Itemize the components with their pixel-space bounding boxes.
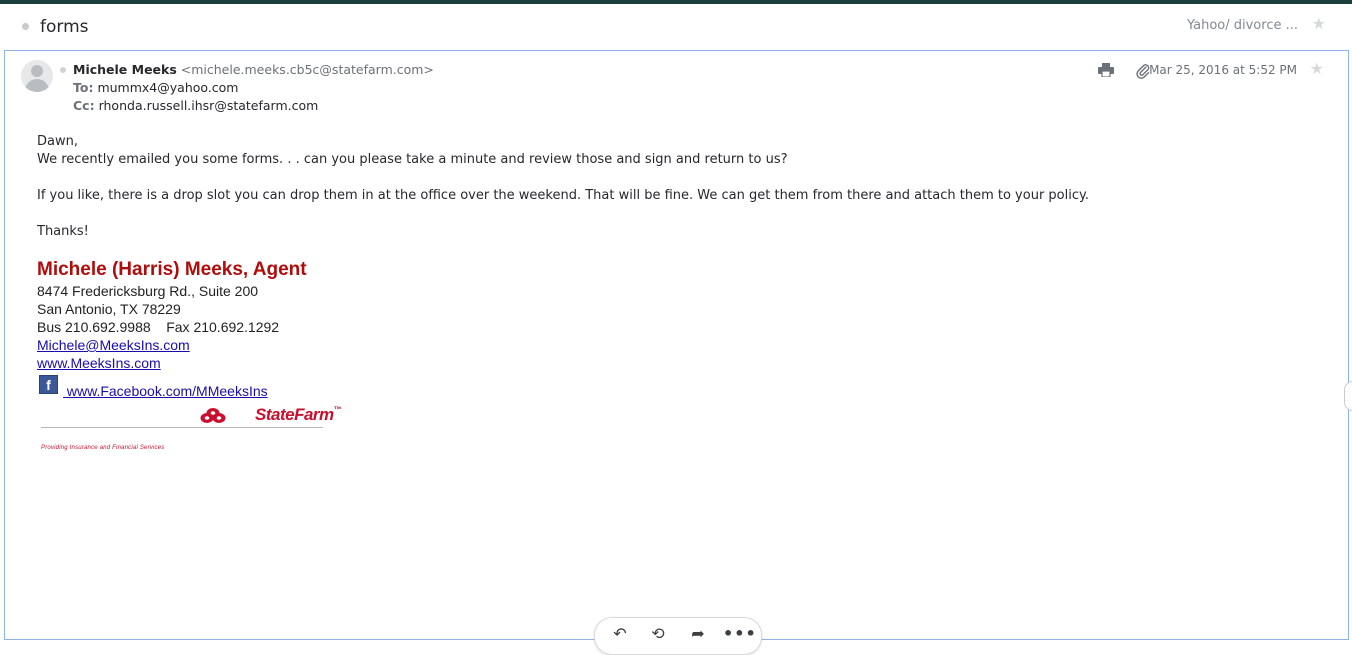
- more-icon[interactable]: •••: [723, 624, 756, 644]
- closing: Thanks!: [37, 224, 89, 239]
- facebook-link[interactable]: www.Facebook.com/MMeeksIns: [63, 382, 268, 400]
- reply-icon[interactable]: ↶: [607, 624, 633, 644]
- statefarm-tagline: Providing Insurance and Financial Servic…: [41, 445, 165, 451]
- greeting: Dawn,: [37, 134, 78, 149]
- signature-email-link[interactable]: Michele@MeeksIns.com: [37, 337, 190, 353]
- unread-dot-icon[interactable]: [22, 23, 29, 30]
- forward-icon[interactable]: ➦: [685, 624, 711, 644]
- folder-label[interactable]: Yahoo/ divorce ...: [1187, 18, 1298, 33]
- read-status-dot-icon[interactable]: [60, 67, 66, 73]
- message-star-icon[interactable]: ★: [1310, 61, 1324, 77]
- signature-block: Michele (Harris) Meeks, Agent 8474 Frede…: [37, 258, 437, 400]
- signature-web-link[interactable]: www.MeeksIns.com: [37, 355, 161, 371]
- subject-title: forms: [40, 17, 89, 37]
- cc-recipient[interactable]: rhonda.russell.ihsr@statefarm.com: [99, 98, 319, 113]
- facebook-icon[interactable]: f: [39, 375, 58, 394]
- reply-all-icon[interactable]: ⟲: [645, 624, 671, 644]
- message-action-bar: ↶ ⟲ ➦ •••: [594, 617, 762, 655]
- cc-label: Cc:: [73, 98, 95, 113]
- conversation-header: forms Yahoo/ divorce ... ★: [0, 4, 1352, 48]
- sender-email[interactable]: <michele.meeks.cb5c@statefarm.com>: [181, 62, 434, 77]
- statefarm-logo: StateFarm™ Providing Insurance and Finan…: [39, 403, 342, 453]
- sender-name[interactable]: Michele Meeks: [73, 62, 177, 77]
- side-panel-handle[interactable]: [1344, 381, 1352, 411]
- message-body: Dawn, We recently emailed you some forms…: [37, 133, 1237, 241]
- signature-name: Michele (Harris) Meeks, Agent: [37, 259, 307, 280]
- signature-address-1: 8474 Fredericksburg Rd., Suite 200: [37, 283, 259, 299]
- to-line: To: mummx4@yahoo.com: [73, 80, 238, 96]
- logo-divider: [41, 427, 323, 428]
- statefarm-wordmark: StateFarm™: [255, 405, 342, 424]
- avatar[interactable]: [21, 60, 53, 92]
- message-date: Mar 25, 2016 at 5:52 PM: [1149, 63, 1297, 77]
- print-icon[interactable]: [1098, 63, 1114, 77]
- message-card: Michele Meeks <michele.meeks.cb5c@statef…: [4, 50, 1349, 640]
- star-icon[interactable]: ★: [1312, 16, 1326, 32]
- cc-line: Cc: rhonda.russell.ihsr@statefarm.com: [73, 98, 318, 114]
- sender-line: Michele Meeks <michele.meeks.cb5c@statef…: [73, 62, 434, 78]
- facebook-row: f www.Facebook.com/MMeeksIns: [37, 372, 437, 400]
- to-recipient[interactable]: mummx4@yahoo.com: [97, 80, 238, 95]
- signature-address-2: San Antonio, TX 78229: [37, 301, 181, 317]
- to-label: To:: [73, 80, 94, 95]
- statefarm-rings-icon: [200, 408, 226, 423]
- body-paragraph-1: We recently emailed you some forms. . . …: [37, 152, 788, 167]
- signature-phones: Bus 210.692.9988 Fax 210.692.1292: [37, 319, 280, 335]
- body-paragraph-2: If you like, there is a drop slot you ca…: [37, 188, 1089, 203]
